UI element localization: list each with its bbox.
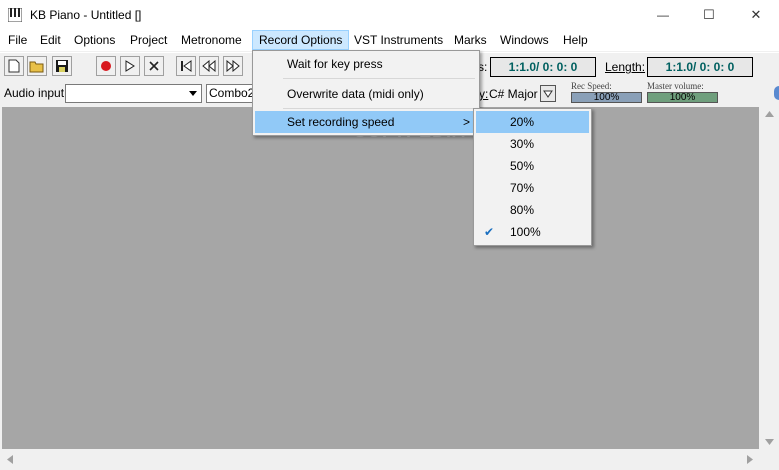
menu-metronome[interactable]: Metronome — [175, 30, 248, 50]
rewind-icon — [202, 60, 216, 72]
menu-edit[interactable]: Edit — [34, 30, 67, 50]
menu-item-set-recording-speed[interactable]: Set recording speed > — [255, 111, 477, 133]
combo2-value: Combo2 — [209, 86, 255, 100]
speed-option-label: 70% — [510, 181, 535, 195]
scroll-right-icon[interactable] — [747, 455, 753, 464]
menu-marks[interactable]: Marks — [448, 30, 493, 50]
chevron-down-icon — [185, 85, 201, 102]
open-folder-icon — [29, 61, 44, 72]
menu-separator — [283, 78, 475, 79]
menu-item-label: Wait for key press — [287, 57, 383, 71]
scroll-up-icon[interactable] — [765, 111, 774, 117]
menu-project[interactable]: Project — [124, 30, 173, 50]
new-file-button[interactable] — [4, 56, 24, 76]
menu-item-label: Set recording speed — [287, 115, 395, 129]
submenu-arrow-icon: > — [463, 115, 471, 129]
key-value: C# Major — [489, 87, 538, 101]
horizontal-scrollbar[interactable] — [2, 450, 759, 469]
edge-button[interactable] — [774, 86, 779, 100]
key-dropdown-button[interactable] — [540, 85, 556, 102]
size-grip[interactable] — [760, 450, 779, 469]
fast-forward-button[interactable] — [223, 56, 243, 76]
triangle-down-icon — [543, 90, 553, 98]
speed-option-30[interactable]: 30% — [476, 133, 589, 155]
play-button[interactable] — [120, 56, 140, 76]
maximize-icon: ☐ — [703, 7, 715, 22]
piano-app-icon — [8, 8, 22, 22]
audio-input-label: Audio input: — [4, 86, 68, 100]
menu-item-label: Overwrite data (midi only) — [287, 87, 424, 101]
speed-option-label: 20% — [510, 115, 535, 129]
save-icon — [56, 60, 68, 72]
window-title: KB Piano - Untitled [] — [30, 8, 142, 22]
menu-separator — [283, 108, 475, 109]
speed-option-100[interactable]: ✔ 100% — [476, 221, 589, 243]
position-display: 1:1.0/ 0: 0: 0 — [490, 57, 596, 77]
play-icon — [125, 60, 135, 72]
menu-item-wait-for-key[interactable]: Wait for key press — [255, 53, 477, 75]
go-to-start-button[interactable] — [176, 56, 196, 76]
minimize-icon: — — [657, 8, 669, 22]
stop-button[interactable] — [144, 56, 164, 76]
key-label: y: — [479, 87, 489, 101]
audio-input-select[interactable] — [65, 84, 202, 103]
menu-file[interactable]: File — [2, 30, 33, 50]
menu-record-options[interactable]: Record Options — [252, 30, 350, 50]
menu-bar: File Edit Options Project Metronome Reco… — [0, 30, 779, 51]
close-button[interactable]: ✕ — [733, 0, 779, 30]
speed-option-label: 50% — [510, 159, 535, 173]
workspace-area: SOFTPEDIA — [2, 107, 759, 449]
record-icon — [101, 61, 111, 71]
rec-speed-bar[interactable]: 100% — [571, 92, 642, 103]
close-icon: ✕ — [750, 7, 762, 22]
speed-option-label: 30% — [510, 137, 535, 151]
open-button[interactable] — [27, 56, 47, 76]
recording-speed-submenu: 20% 30% 50% 70% 80% ✔ 100% — [473, 108, 592, 246]
speed-option-50[interactable]: 50% — [476, 155, 589, 177]
title-bar: KB Piano - Untitled [] — ☐ ✕ — [0, 0, 779, 30]
go-to-start-icon — [181, 60, 192, 72]
vertical-scrollbar[interactable] — [760, 107, 779, 449]
new-file-icon — [8, 59, 20, 73]
maximize-button[interactable]: ☐ — [686, 0, 732, 30]
length-display: 1:1.0/ 0: 0: 0 — [647, 57, 753, 77]
scroll-left-icon[interactable] — [7, 455, 13, 464]
speed-option-label: 100% — [510, 225, 541, 239]
speed-option-80[interactable]: 80% — [476, 199, 589, 221]
menu-help[interactable]: Help — [557, 30, 594, 50]
master-volume-bar[interactable]: 100% — [647, 92, 718, 103]
checkmark-icon: ✔ — [484, 225, 495, 239]
speed-option-20[interactable]: 20% — [476, 111, 589, 133]
combo2-select[interactable]: Combo2 — [206, 84, 256, 103]
length-label: Length: — [605, 60, 646, 74]
menu-windows[interactable]: Windows — [494, 30, 555, 50]
master-volume-label: Master volume: — [647, 81, 704, 91]
speed-option-label: 80% — [510, 203, 535, 217]
record-options-menu: Wait for key press Overwrite data (midi … — [252, 50, 480, 136]
menu-options[interactable]: Options — [68, 30, 121, 50]
rec-speed-label: Rec Speed: — [571, 81, 612, 91]
stop-icon — [149, 61, 159, 71]
save-button[interactable] — [52, 56, 72, 76]
menu-vst-instruments[interactable]: VST Instruments — [348, 30, 449, 50]
minimize-button[interactable]: — — [640, 0, 686, 30]
rewind-button[interactable] — [199, 56, 219, 76]
record-button[interactable] — [96, 56, 116, 76]
scroll-down-icon[interactable] — [765, 439, 774, 445]
fast-forward-icon — [226, 60, 240, 72]
menu-item-overwrite-data[interactable]: Overwrite data (midi only) — [255, 83, 477, 105]
speed-option-70[interactable]: 70% — [476, 177, 589, 199]
